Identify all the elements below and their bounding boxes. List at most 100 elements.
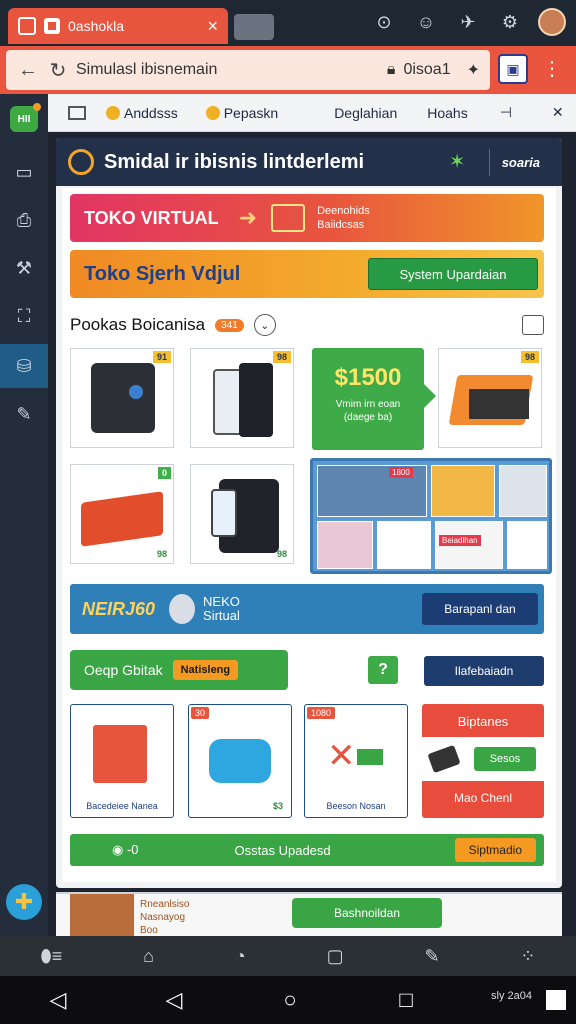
section-count-pill: 341 [215, 318, 244, 332]
banner3-text: NEKO Sirtual [203, 595, 240, 623]
virtual-store-banner[interactable]: TOKO VIRTUAL ➜ Deenohids Baiidcsas [70, 194, 544, 242]
sidebar-item-edit-icon[interactable]: ✎ [0, 392, 48, 436]
content-area: TOKO VIRTUAL ➜ Deenohids Baiidcsas Toko … [62, 188, 556, 882]
browser-tab-inactive[interactable] [234, 14, 274, 40]
banner1-subtitle-2: Baiidcsas [317, 219, 365, 231]
more-icon[interactable]: ⁘ [520, 946, 535, 967]
sidebar-item-storage-icon[interactable]: ▭ [0, 150, 48, 194]
status-bar: ◉ -0 Osstas Upadesd Siptmadio [70, 834, 544, 866]
toggle-icon[interactable]: ⬮≡ [40, 946, 62, 967]
collage-badge: Beiadlhan [439, 535, 481, 546]
window-icon[interactable]: ▢ [327, 946, 344, 967]
product-card[interactable]: 98 [190, 464, 294, 564]
price-line-1: Vmim irn eoan [335, 399, 401, 410]
qr-icon[interactable] [546, 990, 566, 1010]
peek-button[interactable]: Bashnoildan [292, 898, 442, 928]
digital-button-badge: Natisleng [172, 660, 239, 680]
banner1-subtitle-1: Deenohids [317, 205, 370, 217]
chevron-down-icon[interactable]: ⌄ [253, 314, 276, 336]
app-logo[interactable]: HII [10, 103, 41, 132]
coin-icon [205, 105, 220, 120]
tab-close-icon[interactable]: × [207, 16, 218, 37]
price-value: $1500 [334, 364, 402, 391]
back-triangle-icon[interactable]: ◁ [0, 987, 116, 1013]
product-tag: 0 [157, 467, 171, 479]
status-message: Osstas Upadesd [234, 842, 331, 858]
url-text[interactable]: Simulasl ibisnemain [76, 61, 387, 79]
banner3-button[interactable]: Barapanl dan [422, 593, 538, 625]
sidebar-item-print-icon[interactable]: ⎙ [0, 198, 48, 242]
promo-card[interactable]: Biptanes Sesos Mao Chenl [422, 704, 544, 818]
keyboard-image [469, 389, 529, 419]
banner3-brand: NEIRJ60 [82, 598, 156, 619]
reload-icon[interactable]: ↻ [46, 58, 70, 83]
alert-icon[interactable]: ⊙ [370, 8, 398, 36]
product-card[interactable]: 98 [190, 348, 294, 448]
home-circle-icon[interactable]: ○ [232, 987, 348, 1013]
compass-icon[interactable]: ◔ [235, 946, 246, 967]
home-icon[interactable]: ⌂ [143, 946, 154, 967]
settings-gear-icon[interactable]: ⚙ [496, 8, 524, 36]
recents-square-icon[interactable]: □ [348, 987, 464, 1013]
zoom-label: 0isoa1 [403, 61, 451, 78]
panel-badge[interactable]: soaria [488, 148, 552, 176]
pin-icon[interactable]: ⊣ [500, 104, 512, 121]
banner1-title: TOKO VIRTUAL [84, 207, 219, 228]
calendar-icon [93, 725, 147, 783]
close-icon[interactable]: ✕ [552, 104, 564, 121]
product-tag: 98 [520, 351, 539, 363]
toolbar-item-1[interactable]: Anddsss [106, 105, 178, 121]
profile-avatar[interactable] [538, 8, 566, 36]
digital-button[interactable]: Oeqp Gbitak Natisleng [70, 650, 288, 690]
product-collage[interactable]: 1800 Beiadlhan [310, 458, 552, 574]
tile-label: Beeson Nosan [326, 801, 386, 811]
back-arrow-icon[interactable]: ← [16, 59, 40, 82]
status-button[interactable]: Siptmadio [454, 838, 536, 862]
robot-icon [169, 594, 196, 624]
help-icon[interactable]: ? [368, 656, 398, 684]
left-sidebar: HII ▭ ⎙ ⚒ ⛶ ⛁ ✎ ✚ [0, 94, 48, 936]
toolbar-item-4[interactable]: Hoahs [427, 105, 467, 121]
router-light [129, 385, 143, 399]
feature-tile[interactable]: 1080 ✕ Beeson Nosan [304, 704, 408, 818]
price-callout[interactable]: $1500 Vmim irn eoan (daege ba) [312, 348, 436, 450]
sidebar-item-chart-icon[interactable]: ⛶ [0, 294, 48, 338]
clock-icon [68, 149, 94, 175]
panel-title: Smidal ir ibisnis lintderlemi [104, 150, 365, 173]
sidebar-item-tools-icon[interactable]: ⚒ [0, 246, 48, 290]
store-banner: Toko Sjerh Vdjul System Upardaian [70, 250, 544, 298]
feature-tile[interactable]: Bacedeiee Nanea [70, 704, 174, 818]
collage-cell-laptop [317, 521, 373, 569]
system-nav-bar: ◁ ◁ ○ □ sly 2a04 [0, 976, 576, 1024]
device-image [239, 363, 273, 437]
browser-tab[interactable]: 0ashokla × [8, 8, 228, 44]
collage-cell-device [499, 465, 547, 517]
sidebar-item-cart-icon[interactable]: ⛁ [0, 344, 48, 388]
navy-action-button[interactable]: Ilafebaiadn [424, 656, 544, 686]
feature-tile[interactable]: 30 $3 [188, 704, 292, 818]
tile-badge: 1080 [307, 707, 336, 719]
product-card[interactable]: 0 98 [70, 464, 174, 564]
promo-button[interactable]: Sesos [474, 747, 536, 771]
cross-icon: ✕ [327, 737, 356, 775]
browser-menu-icon[interactable]: ⋮ [542, 56, 562, 81]
product-card[interactable]: 91 [70, 348, 174, 448]
system-update-button[interactable]: System Upardaian [368, 258, 538, 290]
grid-view-icon[interactable] [68, 105, 86, 120]
toolbar-item-2[interactable]: Pepaskn [205, 105, 278, 121]
pen-icon[interactable]: ✎ [424, 946, 439, 967]
star-icon[interactable]: ✦ [467, 60, 480, 80]
banner3-line-1: NEKO [203, 594, 240, 609]
rocket-icon[interactable]: ✈ [454, 8, 482, 36]
document-icon[interactable] [522, 315, 544, 335]
toolbar-item-3[interactable]: Deglahian [334, 105, 397, 121]
back-triangle-icon[interactable]: ◁ [116, 987, 232, 1013]
address-bar[interactable]: ← ↻ Simulasl ibisnemain 🔒︎ 0isoa1 ✦ [6, 50, 490, 90]
extension-button[interactable]: ▣ [498, 54, 528, 84]
emoji-icon[interactable]: ☺ [412, 8, 440, 36]
product-card[interactable]: 98 [438, 348, 542, 448]
lock-icon: 🔒︎ [386, 61, 396, 78]
app-toolbar: Anddsss Pepaskn Deglahian Hoahs ⊣ ✕ [48, 94, 576, 132]
sidebar-fab-add-icon[interactable]: ✚ [6, 884, 42, 920]
peek-line-3: Boo [140, 925, 158, 936]
